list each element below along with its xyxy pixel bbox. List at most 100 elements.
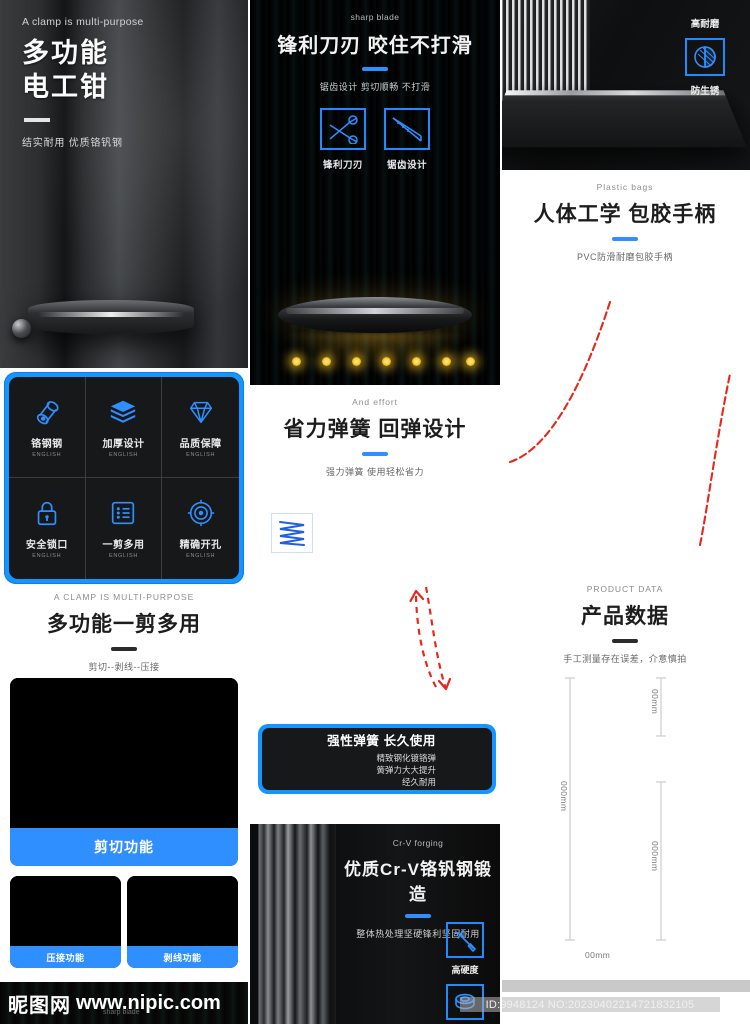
ring-light-dot	[466, 357, 475, 366]
hero-title-line1: 多功能	[22, 38, 109, 68]
multipurpose-divider	[111, 647, 137, 651]
spring-coil-icon	[271, 513, 313, 553]
product-tray-image	[500, 90, 747, 148]
hero-rule	[24, 118, 50, 123]
feature-cell-6[interactable]: 精确开孔 ENGLISH	[162, 478, 239, 579]
spring-callout-line2: 簧弹力大大提升	[376, 764, 436, 775]
product-data-heading-block: PRODUCT DATA 产品数据 手工测量存在误差，介意慎拍	[500, 570, 750, 665]
blade-title: 锋利刀刃 咬住不打滑	[277, 35, 473, 57]
footer-brand: 昵图网	[8, 994, 71, 1017]
product-detail-page: A clamp is multi-purpose 多功能 电工钳 结实耐用 优质…	[0, 0, 750, 1024]
target-icon	[186, 498, 216, 528]
blade-divider	[362, 67, 388, 71]
hero-pedestal	[28, 300, 194, 334]
ergonomic-handle-section: Plastic bags 人体工学 包胶手柄 PVC防滑耐磨包胶手柄	[500, 170, 750, 570]
function-card-crimp[interactable]: 压接功能	[10, 876, 121, 968]
spring-callout-inner: 强性弹簧 长久使用 精致钢化镀铬弹 簧弹力大大提升 经久耐用	[262, 728, 492, 790]
product-data-subtitle: 手工测量存在误差，介意慎拍	[563, 654, 687, 664]
spring-callout-line1: 精致钢化镀铬弹	[376, 752, 436, 763]
column-seam-left	[248, 0, 250, 1024]
bottom-grey-strip	[500, 980, 750, 992]
handle-subtitle: PVC防滑耐磨包胶手柄	[576, 252, 673, 262]
id-watermark-text: ID:9948124 NO:20230402214721832105	[485, 998, 695, 1011]
ring-light-dot	[322, 357, 331, 366]
sharp-blade-section: sharp blade 锋利刀刃 咬住不打滑 锯齿设计 剪切顺畅 不打滑 锋利刀…	[250, 0, 500, 385]
right-top-dimension-label: 00mm	[650, 686, 660, 718]
feature-label-4: 安全锁口	[25, 540, 68, 551]
spring-callout-line3: 经久耐用	[401, 777, 436, 788]
ring-light-dot	[382, 357, 391, 366]
crv-icon-item-1[interactable]: 高硬度	[446, 922, 484, 976]
crv-eyebrow: Cr-V forging	[392, 838, 444, 848]
hero-title-line2: 电工钳	[22, 72, 109, 103]
feature-label-6: 精确开孔	[179, 540, 222, 551]
blade-ring-stage	[250, 259, 500, 379]
ring-light-dot	[292, 357, 301, 366]
spring-callout-title: 强性弹簧 长久使用	[327, 733, 436, 748]
product-data-divider	[612, 639, 638, 643]
rust-bottom-label: 防生锈	[690, 86, 720, 97]
feature-label-1: 铬钢钢	[31, 438, 63, 450]
polish-contrast-icon	[685, 38, 725, 76]
feature-cell-2[interactable]: 加厚设计 ENGLISH	[85, 377, 163, 478]
handle-heading-block: Plastic bags 人体工学 包胶手柄 PVC防滑耐磨包胶手柄	[500, 170, 750, 263]
blade-icon-label-1: 锋利刀刃	[322, 160, 363, 171]
handle-wire-illustration	[500, 280, 750, 560]
crv-divider	[405, 914, 431, 918]
steel-bar-icon	[32, 397, 62, 427]
blade-icon-item-2[interactable]: 锯齿设计	[384, 108, 430, 171]
ring-light-dot	[412, 357, 421, 366]
feature-english-6: ENGLISH	[186, 553, 216, 559]
function-card-cut-image	[10, 678, 238, 828]
feature-english-5: ENGLISH	[108, 553, 139, 559]
handle-eyebrow: Plastic bags	[596, 182, 654, 192]
ring-rim	[285, 307, 465, 314]
function-card-cut[interactable]: 剪切功能	[10, 678, 238, 866]
right-bottom-dimension-label: 000mm	[650, 838, 660, 875]
feature-label-3: 品质保障	[179, 438, 222, 450]
blade-icon-label-2: 锯齿设计	[386, 160, 427, 171]
feature-grid-inner: 铬钢钢 ENGLISH 加厚设计 ENGLISH 品质保障 ENGLISH 安全…	[9, 377, 239, 579]
layers-icon	[108, 397, 138, 427]
feature-english-1: ENGLISH	[32, 451, 62, 458]
product-data-title: 产品数据	[581, 605, 669, 628]
footer-small-text: sharp blade	[103, 1009, 140, 1016]
hero-sphere	[12, 319, 31, 338]
spring-eyebrow: And effort	[352, 397, 398, 407]
function-card-strip[interactable]: 剥线功能	[127, 876, 238, 968]
feature-cell-3[interactable]: 品质保障 ENGLISH	[162, 377, 239, 478]
blade-heading-block: sharp blade 锋利刀刃 咬住不打滑 锯齿设计 剪切顺畅 不打滑	[250, 12, 500, 93]
feature-english-3: ENGLISH	[186, 451, 216, 458]
diamond-icon	[186, 397, 216, 427]
crv-forging-section: Cr-V forging 优质Cr-V铬钒钢锻造 整体热处理坚硬锋利坚固耐用 高…	[250, 824, 500, 1024]
multipurpose-subtitle: 剪切--剥线--压接	[88, 662, 160, 672]
feature-cell-4[interactable]: 安全锁口 ENGLISH	[9, 478, 86, 579]
feature-cell-5[interactable]: 一剪多用 ENGLISH	[86, 478, 163, 579]
spring-callout-box: 强性弹簧 长久使用 精致钢化镀铬弹 簧弹力大大提升 经久耐用	[258, 724, 496, 794]
rust-resistance-section: 高耐磨 防生锈	[500, 0, 750, 170]
column-seam-right	[500, 0, 502, 1024]
blade-ring	[278, 297, 472, 333]
feature-label-5: 一剪多用	[102, 540, 145, 551]
spring-motion-arrows	[402, 575, 472, 695]
crv-icon-label-1: 高硬度	[451, 965, 479, 975]
spring-divider	[362, 452, 388, 456]
hero-banner: A clamp is multi-purpose 多功能 电工钳 结实耐用 优质…	[0, 0, 248, 368]
function-card-strip-caption: 剥线功能	[127, 946, 238, 968]
blade-subtitle: 锯齿设计 剪切顺畅 不打滑	[319, 82, 431, 92]
spring-heading-block: And effort 省力弹簧 回弹设计 强力弹簧 使用轻松省力	[250, 385, 500, 478]
lock-icon	[32, 498, 62, 528]
feature-cell-1[interactable]: 铬钢钢 ENGLISH	[9, 377, 86, 478]
blade-icon-item-1[interactable]: 锋利刀刃	[320, 108, 366, 171]
feature-grid-panel: 铬钢钢 ENGLISH 加厚设计 ENGLISH 品质保障 ENGLISH 安全…	[4, 372, 244, 584]
id-watermark: ID:9948124 NO:20230402214721832105	[460, 997, 720, 1012]
function-card-strip-image	[127, 876, 238, 946]
serrated-blade-icon	[384, 108, 430, 150]
hammer-icon	[446, 922, 484, 958]
feature-label-2: 加厚设计	[102, 438, 145, 450]
scissors-icon	[320, 108, 366, 150]
rust-top-label: 高耐磨	[690, 19, 720, 30]
feature-english-4: ENGLISH	[32, 553, 62, 559]
multipurpose-eyebrow: A CLAMP IS MULTI-PURPOSE	[53, 592, 195, 602]
spring-section: And effort 省力弹簧 回弹设计 强力弹簧 使用轻松省力	[250, 385, 500, 715]
